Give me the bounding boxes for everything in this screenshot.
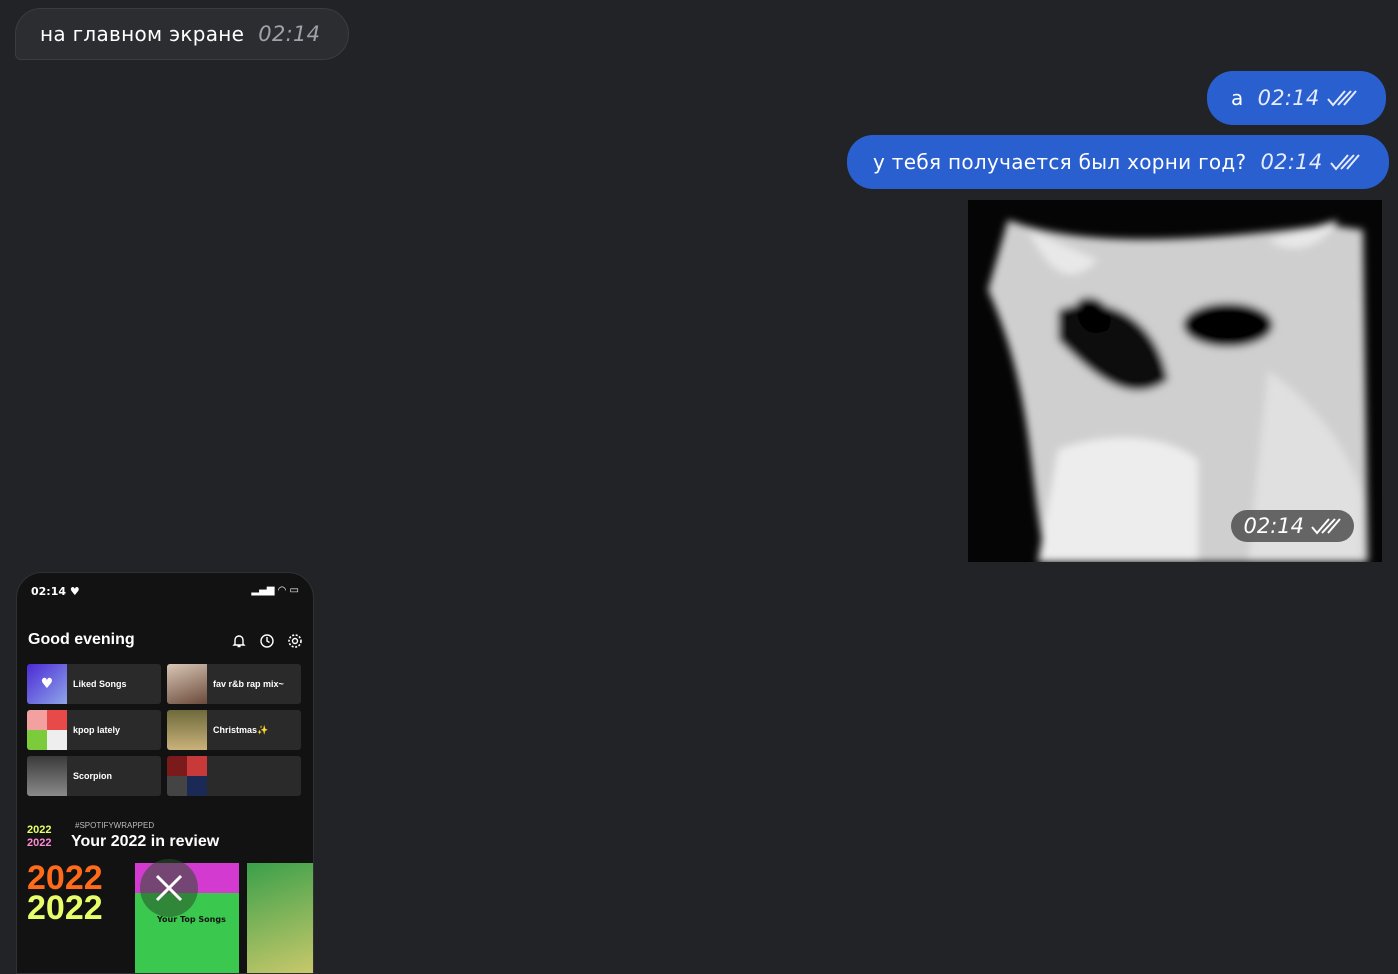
phone-status-time: 02:14 ♥ [31,585,80,598]
tile-kpop: kpop lately [27,710,161,750]
photo-message[interactable]: 02:14 [968,200,1382,562]
tile-label: Liked Songs [73,679,127,689]
bell-icon [232,635,246,648]
playlist-art [167,756,207,796]
liked-songs-art: ♥ [27,664,67,704]
svg-text:2022: 2022 [27,824,51,836]
screenshot-message[interactable]: 02:14 ♥ ▂▄▆ ◠ ▭ Good evening ♥ Liked Son… [16,572,314,974]
tile-playlist [167,756,301,796]
message-text: а [1231,86,1244,110]
message-text: у тебя получается был хорни год? [873,150,1247,174]
phone-status-icons: ▂▄▆ ◠ ▭ [251,585,299,596]
scorpion-art [27,756,67,796]
photo-time-badge: 02:14 [1231,510,1354,542]
wrapped-tag: #SPOTIFYWRAPPED [75,821,155,830]
message-time: 02:14 [1257,86,1320,110]
status-time-text: 02:14 [31,585,67,598]
incoming-message[interactable]: на главном экране 02:14 [15,8,350,60]
phone-header-icons [231,633,303,649]
tile-label: kpop lately [73,725,121,735]
outgoing-message[interactable]: а 02:14 [1207,71,1386,125]
double-check-icon [1311,518,1341,535]
wrapped-logo: 2022 2022 [27,819,63,853]
svg-text:2022: 2022 [27,837,51,849]
outgoing-message[interactable]: у тебя получается был хорни год? 02:14 [847,135,1389,189]
kpop-art [27,710,67,750]
message-time: 02:14 [1243,514,1304,538]
tile-liked-songs: ♥ Liked Songs [27,664,161,704]
history-icon [260,634,274,648]
tile-label: fav r&b rap mix~ [213,679,284,689]
close-button[interactable] [140,859,198,917]
close-icon [155,874,183,902]
phone-greeting: Good evening [28,631,135,648]
christmas-art [167,710,207,750]
mix-art [167,664,207,704]
double-check-icon [1329,154,1360,171]
card-year: 2022 [27,889,103,927]
tile-mix: fav r&b rap mix~ [167,664,301,704]
wrapped-card-1: 2022 2022 [27,863,131,973]
wrapped-title: Your 2022 in review [71,833,220,850]
wrapped-card-3 [247,863,313,973]
gear-icon [288,634,302,648]
double-check-icon [1326,90,1357,107]
tile-scorpion: Scorpion [27,756,161,796]
message-time: 02:14 [1260,150,1323,174]
message-time: 02:14 [258,22,321,46]
tile-label: Scorpion [73,771,113,781]
cat-photo [968,200,1382,562]
message-text: на главном экране [40,22,245,46]
tile-label: Christmas✨ [213,724,269,735]
tile-christmas: Christmas✨ [167,710,301,750]
